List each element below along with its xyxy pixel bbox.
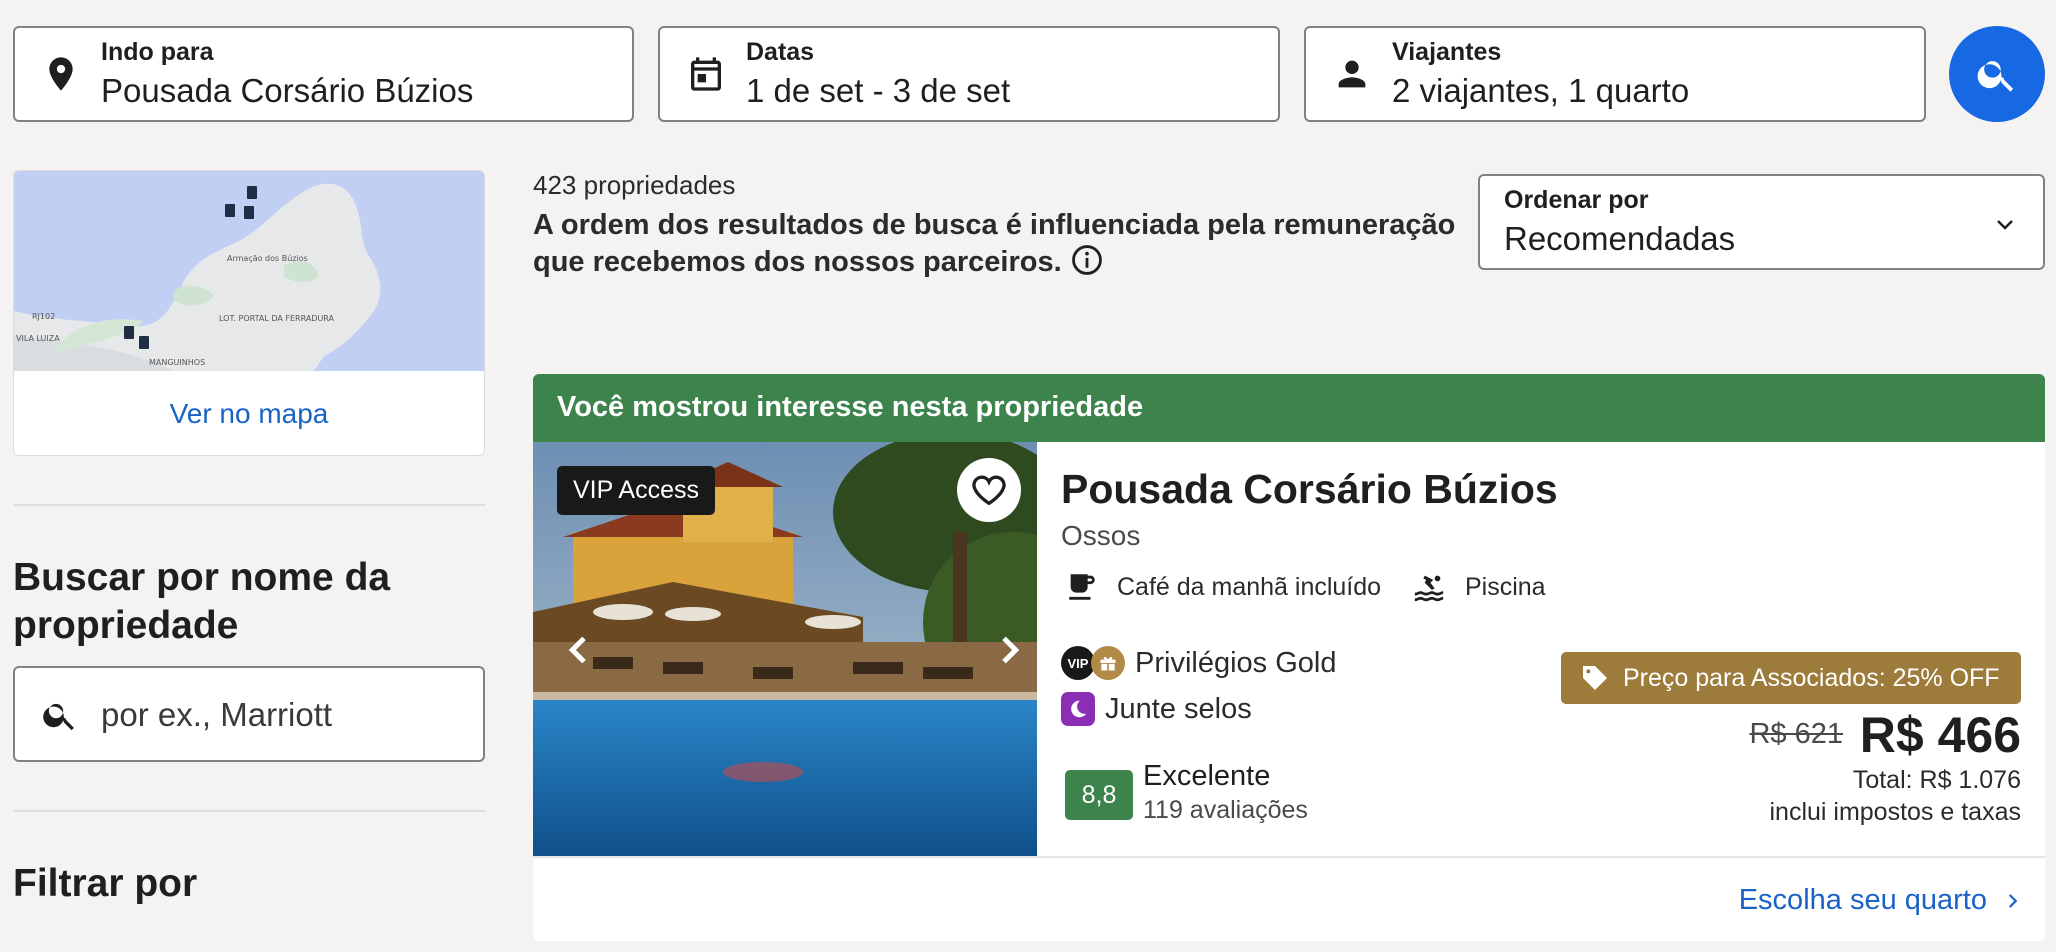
taxes-note: inclui impostos e taxas: [1769, 798, 2021, 826]
chevron-down-icon: [1997, 220, 2013, 230]
map-label: VILA LUIZA: [16, 334, 60, 343]
gold-label: Privilégios Gold: [1135, 646, 1337, 679]
map-card[interactable]: Armação dos Búzios LOT. PORTAL DA FERRAD…: [13, 170, 485, 456]
calendar-icon: [691, 57, 721, 91]
member-tag-label: Preço para Associados: 25% OFF: [1623, 663, 2000, 692]
vip-access-badge: VIP Access: [557, 466, 715, 515]
search-icon: [1977, 61, 2014, 92]
next-photo-arrow-icon[interactable]: [989, 630, 1029, 670]
previous-photo-arrow-icon[interactable]: [559, 630, 599, 670]
choose-room-link[interactable]: Escolha seu quarto: [1739, 884, 2021, 917]
property-name-search[interactable]: [13, 666, 485, 762]
travelers-field[interactable]: Viajantes 2 viajantes, 1 quarto: [1304, 26, 1926, 122]
amenity-breakfast: Café da manhã incluído: [1065, 570, 1381, 604]
price-tag-icon: [1583, 666, 1607, 690]
gift-icon: [1091, 646, 1125, 680]
person-icon: [1338, 60, 1366, 88]
location-pin-icon: [49, 57, 73, 91]
amenity-label: Café da manhã incluído: [1117, 572, 1382, 601]
property-name[interactable]: Pousada Corsário Búzios: [1061, 466, 1558, 513]
sort-label: Ordenar por: [1504, 186, 1649, 214]
dates-label: Datas: [746, 38, 815, 66]
property-name-input[interactable]: [101, 692, 471, 738]
sidebar-divider: [13, 504, 485, 506]
destination-label: Indo para: [101, 38, 214, 66]
pool-icon: [1414, 575, 1444, 602]
map-label: LOT. PORTAL DA FERRADURA: [219, 314, 335, 323]
stamps-label: Junte selos: [1105, 692, 1252, 725]
member-price-tag: Preço para Associados: 25% OFF: [1561, 652, 2021, 704]
results-count: 423 propriedades: [533, 170, 736, 200]
review-count[interactable]: 119 avaliações: [1143, 796, 1308, 825]
original-price: R$ 621: [1749, 718, 1843, 750]
coffee-cup-icon: [1069, 574, 1095, 600]
property-photo[interactable]: VIP Access: [533, 442, 1037, 856]
vip-icon: VIP: [1061, 646, 1095, 680]
info-icon[interactable]: [1070, 243, 1104, 277]
heart-icon: [972, 475, 1006, 506]
property-area: Ossos: [1061, 520, 1141, 551]
travelers-value: 2 viajantes, 1 quarto: [1392, 72, 1690, 109]
property-card[interactable]: Você mostrou interesse nesta propriedade…: [533, 374, 2045, 941]
dates-value: 1 de set - 3 de set: [746, 72, 1011, 109]
card-footer: Escolha seu quarto: [533, 856, 2045, 941]
map-label: MANGUINHOS: [149, 358, 205, 367]
choose-room-label: Escolha seu quarto: [1738, 884, 1987, 916]
view-map-link[interactable]: Ver no mapa: [14, 371, 484, 455]
gold-privileges: VIP Privilégios Gold: [1061, 646, 1336, 680]
amenity-label: Piscina: [1465, 572, 1546, 601]
ranking-disclaimer: A ordem dos resultados de busca é influe…: [533, 207, 1463, 281]
dates-field[interactable]: Datas 1 de set - 3 de set: [658, 26, 1280, 122]
name-search-title: Buscar por nome da propriedade: [13, 556, 391, 647]
chevron-right-icon: [2008, 893, 2018, 908]
sort-dropdown[interactable]: Ordenar por Recomendadas: [1478, 174, 2045, 270]
filter-title: Filtrar por: [13, 862, 198, 905]
sidebar-divider: [13, 810, 485, 812]
sort-value: Recomendadas: [1504, 220, 1736, 257]
map-label: Armação dos Búzios: [227, 254, 308, 263]
map-thumbnail[interactable]: Armação dos Búzios LOT. PORTAL DA FERRAD…: [14, 171, 484, 371]
collect-stamps: Junte selos: [1061, 692, 1252, 726]
travelers-label: Viajantes: [1392, 38, 1502, 66]
destination-field[interactable]: Indo para Pousada Corsário Búzios: [13, 26, 634, 122]
total-price: Total: R$ 1.076: [1852, 766, 2021, 794]
interest-banner: Você mostrou interesse nesta propriedade: [533, 374, 2045, 442]
destination-value: Pousada Corsário Búzios: [101, 72, 474, 109]
search-button[interactable]: [1949, 26, 2045, 122]
search-icon: [43, 703, 74, 731]
disclaimer-text: A ordem dos resultados de busca é influe…: [533, 209, 1456, 278]
amenity-pool: Piscina: [1411, 570, 1546, 604]
rating-label: Excelente: [1143, 760, 1271, 792]
moon-stamp-icon: [1061, 692, 1095, 726]
favorite-button[interactable]: [957, 458, 1021, 522]
map-label: RJ102: [32, 312, 55, 321]
current-price: R$ 466: [1859, 707, 2021, 763]
rating-score: 8,8: [1065, 770, 1133, 820]
